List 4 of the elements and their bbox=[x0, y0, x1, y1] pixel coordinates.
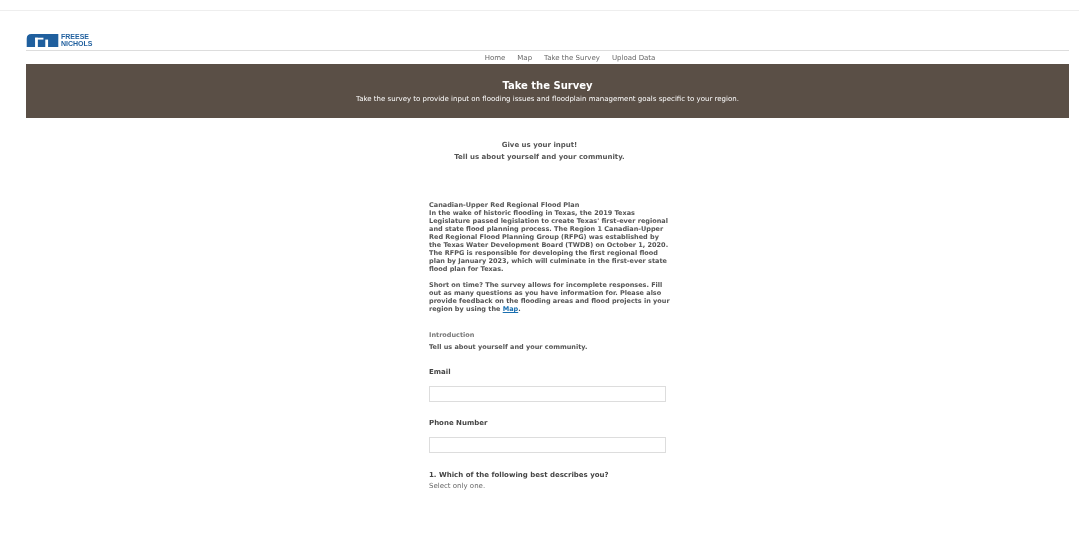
logo-icon bbox=[26, 34, 59, 47]
input-field[interactable] bbox=[429, 437, 666, 453]
banner-title: Take the Survey bbox=[501, 79, 594, 91]
input-field[interactable] bbox=[429, 386, 666, 402]
